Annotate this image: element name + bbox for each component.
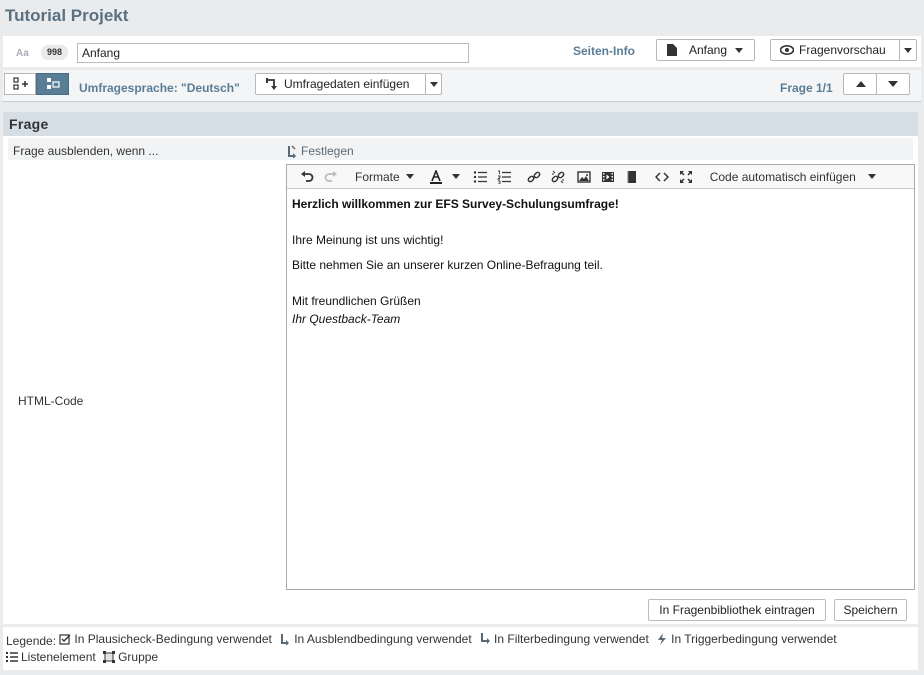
preview-label: Fragenvorschau: [799, 43, 886, 57]
legend-label: In Plausicheck-Bedingung verwendet: [74, 632, 272, 646]
survey-language-label: Umfragesprache: "Deutsch": [79, 81, 240, 95]
legend-item: In Filterbedingung verwendet: [479, 631, 649, 647]
text-color-icon[interactable]: [424, 167, 448, 187]
project-title: Tutorial Projekt: [5, 6, 129, 25]
page-icon: [667, 44, 677, 56]
chevron-down-icon: [904, 47, 912, 53]
chevron-down-icon: [867, 174, 876, 179]
plausicheck-icon: [59, 634, 71, 645]
legend-prefix: Legende:: [6, 634, 57, 648]
legend-label: Gruppe: [118, 650, 159, 664]
legend-label: In Filterbedingung verwendet: [494, 632, 649, 646]
add-list-icon: [13, 77, 28, 90]
label-column: HTML-Code: [8, 160, 286, 588]
content-line: Ihre Meinung ist uns wichtig!: [292, 233, 444, 247]
question-counter: Frage 1/1: [780, 81, 833, 95]
festlegen-label: Festlegen: [301, 144, 354, 158]
legend-item: In Ausblendbedingung verwendet: [279, 631, 472, 647]
unlink-icon[interactable]: [546, 167, 570, 187]
editor-content[interactable]: Herzlich willkommen zur EFS Survey-Schul…: [287, 189, 914, 334]
filter-icon: [481, 633, 491, 644]
layout-icon: [47, 78, 60, 89]
chevron-down-icon: [735, 47, 744, 53]
hide-condition-icon: [281, 634, 290, 645]
page-select-label: Anfang: [689, 43, 728, 57]
section-title: Frage: [3, 112, 918, 136]
template-icon[interactable]: [620, 167, 644, 187]
page-select-dropdown[interactable]: Anfang: [656, 39, 755, 61]
legend-item: Listenelement: [6, 649, 96, 665]
add-element-button[interactable]: [4, 73, 36, 95]
auto-code-dropdown[interactable]: Code automatisch einfügen: [704, 170, 882, 184]
redo-icon[interactable]: [319, 167, 343, 187]
page-name-input[interactable]: [77, 43, 469, 63]
content-line: Ihr Questback-Team: [292, 312, 401, 326]
preview-dropdown-toggle[interactable]: [899, 39, 917, 61]
bullet-list-icon[interactable]: [468, 167, 492, 187]
html-editor[interactable]: Formate Code automatisch einfügen Herzli…: [286, 164, 915, 590]
formats-label: Formate: [355, 169, 400, 184]
insert-survey-data-button[interactable]: Umfragedaten einfügen: [255, 73, 427, 95]
editor-toolbar: Formate Code automatisch einfügen: [287, 165, 914, 189]
content-line: Bitte nehmen Sie an unserer kurzen Onlin…: [292, 258, 603, 272]
auto-code-label: Code automatisch einfügen: [709, 169, 856, 184]
chevron-down-icon: [429, 81, 438, 87]
insert-survey-data-label: Umfragedaten einfügen: [284, 77, 410, 91]
add-to-library-button[interactable]: In Fragenbibliothek eintragen: [648, 599, 826, 621]
festlegen-link[interactable]: Festlegen: [287, 144, 354, 158]
media-icon[interactable]: [596, 167, 620, 187]
legend: Legende: In Plausicheck-Bedingung verwen…: [3, 627, 918, 670]
legend-item: In Plausicheck-Bedingung verwendet: [59, 631, 272, 647]
html-code-label: HTML-Code: [18, 394, 84, 408]
trigger-icon: [658, 633, 667, 645]
source-code-icon[interactable]: [650, 167, 674, 187]
link-icon[interactable]: [522, 167, 546, 187]
chevron-down-icon: [451, 174, 460, 179]
layout-view-button[interactable]: [36, 73, 69, 95]
seiten-info-link[interactable]: Seiten-Info: [573, 44, 635, 58]
next-question-button[interactable]: [876, 73, 910, 95]
insert-arrow-icon: [266, 78, 277, 90]
previous-question-button[interactable]: [843, 73, 877, 95]
page-type-icon: Aa: [16, 48, 29, 59]
chevron-down-icon: [405, 174, 414, 179]
content-line: Mit freundlichen Grüßen: [292, 294, 421, 308]
legend-item: In Triggerbedingung verwendet: [656, 631, 837, 647]
fullscreen-icon[interactable]: [674, 167, 698, 187]
survey-toolbar: Umfragesprache: "Deutsch" Umfragedaten e…: [3, 70, 921, 102]
save-button[interactable]: Speichern: [834, 599, 907, 621]
list-icon: [6, 652, 18, 662]
formats-dropdown[interactable]: Formate: [349, 170, 420, 184]
welcome-heading: Herzlich willkommen zur EFS Survey-Schul…: [292, 197, 619, 211]
hide-condition-label: Frage ausblenden, wenn ...: [13, 144, 159, 158]
text-color-dropdown[interactable]: [448, 167, 464, 187]
numbered-list-icon[interactable]: [492, 167, 516, 187]
image-icon[interactable]: [572, 167, 596, 187]
page-id-badge: 998: [41, 45, 68, 60]
page-bar: Aa 998 Seiten-Info Anfang Fragenvorschau: [3, 36, 921, 67]
legend-label: In Triggerbedingung verwendet: [671, 632, 837, 646]
undo-icon[interactable]: [295, 167, 319, 187]
legend-item: Gruppe: [103, 649, 158, 665]
insert-survey-data-dropdown[interactable]: [425, 73, 442, 95]
legend-label: Listenelement: [21, 650, 96, 664]
arrow-up-icon: [855, 81, 866, 87]
eye-icon: [780, 45, 794, 55]
legend-label: In Ausblendbedingung verwendet: [294, 632, 472, 646]
hide-condition-row: Frage ausblenden, wenn ... Festlegen: [8, 138, 913, 160]
question-panel: Frage ausblenden, wenn ... Festlegen HTM…: [3, 136, 918, 624]
hide-condition-icon: [288, 144, 296, 158]
arrow-down-icon: [888, 81, 898, 87]
preview-button[interactable]: Fragenvorschau: [770, 39, 900, 61]
group-icon: [103, 651, 116, 663]
